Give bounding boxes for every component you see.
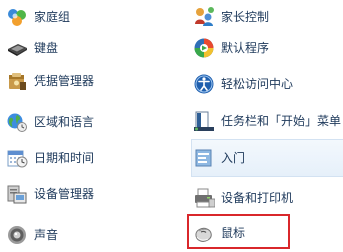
item-label: 入门 [221, 150, 246, 165]
item-credential-manager[interactable]: 凭据管理器 [6, 64, 94, 97]
device-manager-icon [6, 183, 28, 205]
item-homegroup[interactable]: 家庭组 [6, 0, 70, 33]
item-label: 默认程序 [221, 40, 270, 55]
item-device-manager[interactable]: 设备管理器 [6, 177, 94, 210]
region-language-icon [6, 111, 28, 133]
item-date-time[interactable]: 日期和时间 [6, 141, 94, 174]
homegroup-icon [6, 6, 28, 28]
item-label: 任务栏和「开始」菜单 [221, 113, 342, 128]
keyboard-icon [6, 37, 28, 59]
taskbar-start-menu-icon [193, 110, 215, 132]
item-getting-started[interactable]: 入门 [193, 141, 245, 174]
item-label: 家长控制 [221, 9, 270, 24]
ease-of-access-icon [193, 73, 215, 95]
item-label: 设备管理器 [34, 186, 95, 201]
speaker-icon [6, 224, 28, 246]
item-ease-of-access[interactable]: 轻松访问中心 [193, 67, 293, 100]
printer-icon [193, 187, 216, 209]
item-label: 声音 [34, 227, 59, 242]
item-label: 凭据管理器 [34, 73, 95, 88]
item-taskbar-start-menu[interactable]: 任务栏和「开始」菜单 [193, 104, 341, 137]
mouse-highlight-box [187, 214, 290, 249]
item-sound[interactable]: 声音 [6, 218, 58, 251]
item-label: 键盘 [34, 40, 59, 55]
item-label: 家庭组 [34, 9, 71, 24]
item-label: 轻松访问中心 [221, 76, 294, 91]
item-label: 设备和打印机 [221, 190, 294, 205]
item-default-programs[interactable]: 默认程序 [193, 31, 269, 64]
parental-controls-icon [193, 6, 215, 28]
calendar-clock-icon [6, 147, 28, 169]
item-label: 区域和语言 [34, 114, 95, 129]
item-parental-controls[interactable]: 家长控制 [193, 0, 269, 33]
item-region-language[interactable]: 区域和语言 [6, 105, 94, 138]
getting-started-icon [193, 147, 215, 169]
item-label: 日期和时间 [34, 150, 95, 165]
default-programs-icon [193, 37, 215, 59]
item-devices-printers[interactable]: 设备和打印机 [193, 181, 293, 214]
credential-manager-icon [6, 70, 28, 92]
item-keyboard[interactable]: 键盘 [6, 31, 58, 64]
